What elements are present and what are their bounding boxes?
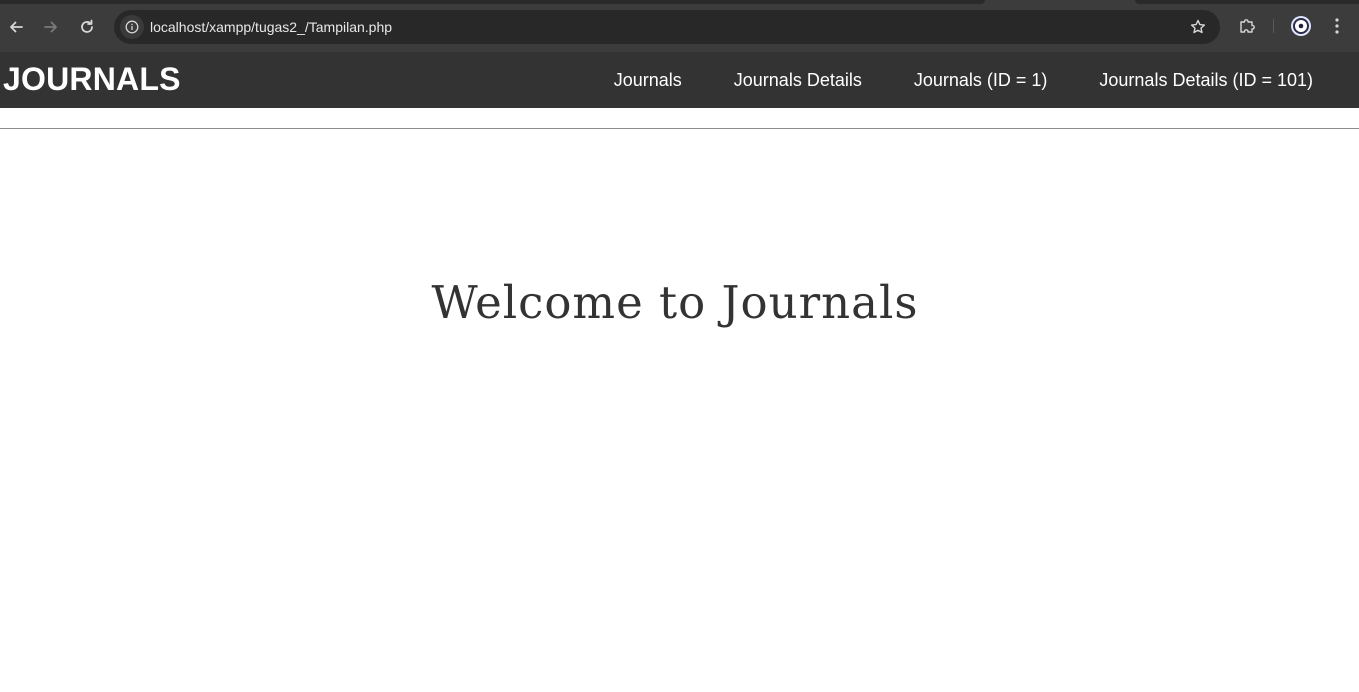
nav-link-journals-id-1[interactable]: Journals (ID = 1) xyxy=(888,53,1074,107)
site-header: JOURNALS Journals Journals Details Journ… xyxy=(0,52,1359,108)
reload-icon xyxy=(79,19,95,35)
site-brand[interactable]: JOURNALS xyxy=(3,52,181,108)
info-icon[interactable] xyxy=(120,15,144,39)
toolbar-separator xyxy=(1273,19,1274,33)
address-bar[interactable]: localhost/xampp/tugas2_/Tampilan.php xyxy=(114,10,1220,44)
main-nav: Journals Journals Details Journals (ID =… xyxy=(588,52,1339,108)
tab-strip-segment xyxy=(0,0,985,4)
star-icon[interactable] xyxy=(1188,17,1208,37)
welcome-heading: Welcome to Journals xyxy=(431,276,919,329)
browser-toolbar: localhost/xampp/tugas2_/Tampilan.php xyxy=(0,0,1359,52)
reload-button[interactable] xyxy=(72,12,102,42)
back-button[interactable] xyxy=(1,12,31,42)
arrow-left-icon xyxy=(8,19,24,35)
profile-icon[interactable] xyxy=(1289,14,1313,38)
nav-link-journals[interactable]: Journals xyxy=(588,53,708,107)
kebab-menu-icon[interactable] xyxy=(1325,14,1349,38)
nav-link-journals-details-id-101[interactable]: Journals Details (ID = 101) xyxy=(1073,53,1339,107)
puzzle-icon[interactable] xyxy=(1235,14,1259,38)
arrow-right-icon xyxy=(43,19,59,35)
tab-strip xyxy=(0,0,1359,9)
forward-button[interactable] xyxy=(36,12,66,42)
url-text[interactable]: localhost/xampp/tugas2_/Tampilan.php xyxy=(150,10,392,44)
nav-link-journals-details[interactable]: Journals Details xyxy=(708,53,888,107)
header-divider xyxy=(0,128,1359,129)
tab-strip-segment xyxy=(1135,0,1359,4)
